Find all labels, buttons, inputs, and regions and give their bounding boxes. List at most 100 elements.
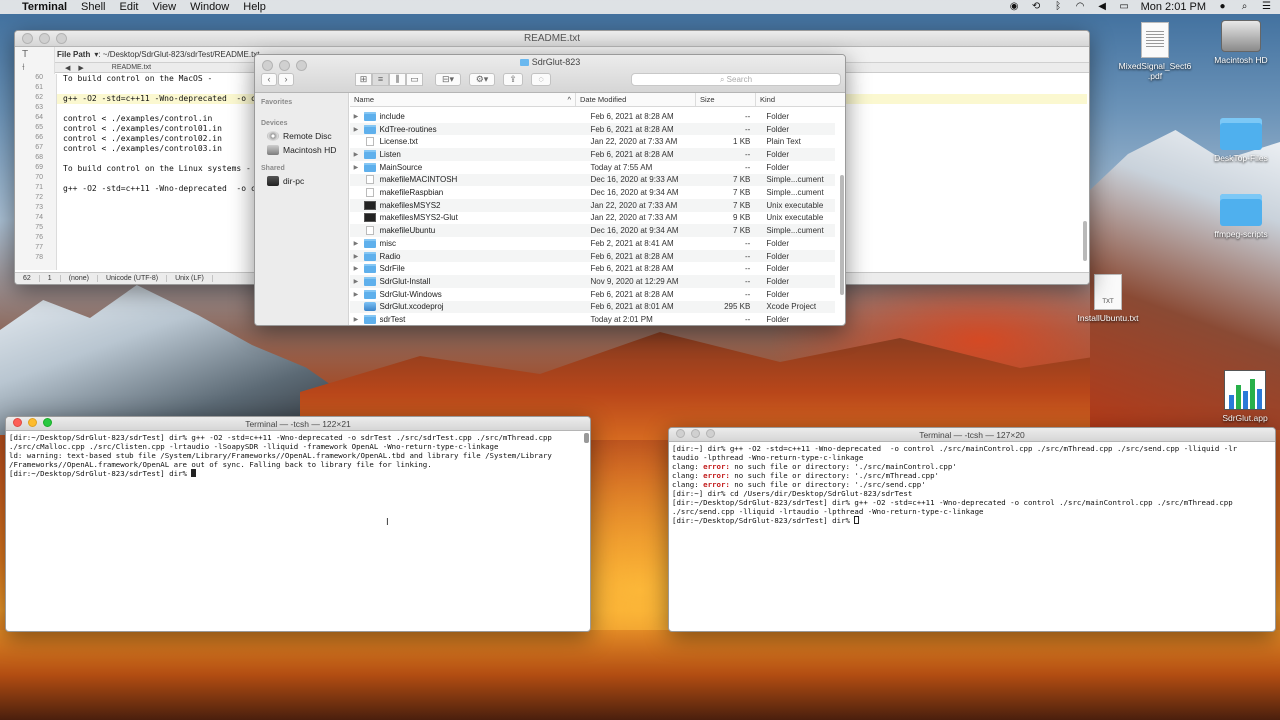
minimize-button[interactable] — [691, 429, 700, 438]
editor-tab[interactable]: README.txt — [92, 64, 171, 71]
file-row[interactable]: ▶ SdrFile Feb 6, 2021 at 8:28 AM -- Folder — [350, 262, 835, 275]
battery-icon[interactable]: ▭ — [1119, 2, 1130, 12]
menu-help[interactable]: Help — [243, 1, 266, 13]
forward-button[interactable]: › — [278, 73, 294, 86]
minimize-button[interactable] — [28, 418, 37, 427]
status-encoding[interactable]: Unicode (UTF-8) — [98, 275, 168, 282]
file-row[interactable]: ▶ include Feb 6, 2021 at 8:28 AM -- Folder — [350, 110, 835, 123]
file-row[interactable]: ▶ misc Feb 2, 2021 at 8:41 AM -- Folder — [350, 237, 835, 250]
desktop-icon-sdrglut-app[interactable]: SdrGlut.app — [1200, 370, 1280, 423]
file-row[interactable]: ▶ SdrGlut-Install Nov 9, 2020 at 12:29 AM -… — [350, 275, 835, 288]
menu-window[interactable]: Window — [190, 1, 229, 13]
sidebar-item-macintosh-hd[interactable]: Macintosh HD — [255, 143, 348, 157]
column-kind[interactable]: Kind — [756, 93, 836, 106]
desktop-icon-ffmpeg-scripts[interactable]: ffmpeg-scripts — [1196, 194, 1280, 239]
disclosure-triangle-icon[interactable]: ▶ — [350, 151, 362, 158]
action-gear-icon[interactable]: ⚙▾ — [469, 73, 495, 86]
close-button[interactable] — [13, 418, 22, 427]
tag-icon[interactable]: ◌ — [531, 73, 551, 86]
file-name: SdrFile — [379, 264, 405, 274]
disclosure-triangle-icon[interactable]: ▶ — [350, 126, 362, 133]
file-row[interactable]: SdrGlut.xcodeproj Feb 6, 2021 at 8:01 AM 2… — [350, 300, 835, 314]
search-field[interactable]: ⌕ Search — [631, 73, 841, 86]
file-name: Listen — [379, 149, 401, 159]
user-avatar-icon[interactable]: ● — [1217, 2, 1228, 12]
file-row[interactable]: makefileMACINTOSH Dec 16, 2020 at 9:33 AM… — [350, 173, 835, 187]
sidebar-item-remote-disc[interactable]: Remote Disc — [255, 129, 348, 143]
forward-arrow-icon[interactable]: ▶ — [78, 64, 83, 72]
terminal-titlebar[interactable]: Terminal — -tcsh — 127×20 — [669, 428, 1275, 442]
status-line-endings[interactable]: Unix (LF) — [167, 275, 213, 282]
disclosure-triangle-icon[interactable]: ▶ — [350, 253, 362, 260]
gallery-view-button[interactable]: ▭ — [406, 73, 423, 86]
file-row[interactable]: makefileRaspbian Dec 16, 2020 at 9:34 AM 7… — [350, 186, 835, 199]
disclosure-triangle-icon[interactable]: ▶ — [350, 113, 362, 120]
text-cursor — [191, 469, 197, 477]
disclosure-triangle-icon[interactable]: ▶ — [350, 164, 362, 171]
terminal-titlebar[interactable]: Terminal — -tcsh — 122×21 — [6, 417, 590, 431]
column-date[interactable]: Date Modified — [576, 93, 696, 106]
minimize-button[interactable] — [39, 33, 50, 44]
status-language[interactable]: (none) — [61, 275, 98, 282]
desktop-icon-desktop-files[interactable]: DeskTop-Files — [1196, 118, 1280, 163]
text-tool-icon[interactable]: T — [15, 47, 54, 60]
wifi-icon[interactable]: ◠ — [1075, 2, 1086, 12]
spotlight-icon[interactable]: ⌕ — [1239, 2, 1250, 12]
file-name: makefilesMSYS2-Glut — [379, 213, 458, 223]
zoom-button[interactable] — [43, 418, 52, 427]
disclosure-triangle-icon[interactable]: ▶ — [350, 265, 362, 272]
file-row[interactable]: makefilesMSYS2 Jan 22, 2020 at 7:33 AM 7 K… — [350, 198, 835, 212]
file-row[interactable]: ▶ Radio Feb 6, 2021 at 8:28 AM -- Folder — [350, 249, 835, 263]
notification-center-icon[interactable]: ☰ — [1261, 2, 1272, 12]
desktop-icon-macintosh-hd[interactable]: Macintosh HD — [1196, 20, 1280, 65]
desktop-icon-pdf[interactable]: MixedSignal_Sect6 .pdf — [1110, 22, 1200, 81]
zoom-button[interactable] — [706, 429, 715, 438]
list-view-button[interactable]: ≡ — [372, 73, 389, 86]
ruler-icon[interactable]: ⟊ — [15, 60, 54, 73]
menu-clock[interactable]: Mon 2:01 PM — [1141, 1, 1206, 13]
column-view-button[interactable]: ⫼ — [389, 73, 406, 86]
menu-shell[interactable]: Shell — [81, 1, 105, 13]
line-number: 77 — [35, 244, 43, 251]
terminal-output[interactable]: [dir:~/Desktop/SdrGlut-823/sdrTest] dir%… — [6, 433, 586, 629]
file-size: -- — [745, 315, 751, 325]
bluetooth-icon[interactable]: ᛒ — [1053, 2, 1064, 12]
menu-app-name[interactable]: Terminal — [22, 1, 67, 13]
editor-scrollbar[interactable] — [1083, 221, 1087, 261]
close-button[interactable] — [676, 429, 685, 438]
file-row[interactable]: makefileUbuntu Dec 16, 2020 at 9:34 AM 7 K… — [350, 224, 835, 237]
menu-edit[interactable]: Edit — [120, 1, 139, 13]
group-by-button[interactable]: ⊟▾ — [435, 73, 461, 86]
column-size[interactable]: Size — [696, 93, 756, 106]
disclosure-triangle-icon[interactable]: ▶ — [350, 316, 362, 323]
finder-scrollbar[interactable] — [840, 175, 844, 295]
back-button[interactable]: ‹ — [261, 73, 277, 86]
disclosure-triangle-icon[interactable]: ▶ — [350, 278, 362, 285]
zoom-button[interactable] — [56, 33, 67, 44]
path-label[interactable]: File Path — [57, 50, 90, 59]
file-row[interactable]: makefilesMSYS2-Glut Jan 22, 2020 at 7:33 … — [350, 212, 835, 225]
file-row[interactable]: ▶ Listen Feb 6, 2021 at 8:28 AM -- Folder — [350, 148, 835, 161]
terminal-output[interactable]: [dir:~] dir% g++ -O2 -std=c++11 -Wno-dep… — [669, 444, 1273, 630]
file-row[interactable]: ▶ SdrGlut-Windows Feb 6, 2021 at 8:28 AM --… — [350, 288, 835, 301]
disclosure-triangle-icon[interactable]: ▶ — [350, 291, 362, 298]
finder-toolbar[interactable]: SdrGlut-823 ‹ › ⊞ ≡ ⫼ ▭ ⊟▾ ⚙▾ ⇪ ◌ ⌕ Sear… — [255, 55, 845, 93]
close-button[interactable] — [22, 33, 33, 44]
volume-icon[interactable]: ◀ — [1097, 2, 1108, 12]
time-machine-icon[interactable]: ⟲ — [1031, 2, 1042, 12]
back-arrow-icon[interactable]: ◀ — [65, 64, 70, 72]
file-row[interactable]: ▶ MainSource Today at 7:55 AM -- Folder — [350, 161, 835, 174]
file-date: Feb 6, 2021 at 8:01 AM — [590, 302, 674, 312]
icon-view-button[interactable]: ⊞ — [355, 73, 372, 86]
file-row[interactable]: ▶ sdrTest Today at 2:01 PM -- Folder — [350, 313, 835, 325]
file-row[interactable]: License.txt Jan 22, 2020 at 7:33 AM 1 KB Pl… — [350, 135, 835, 148]
disclosure-triangle-icon[interactable]: ▶ — [350, 240, 362, 247]
file-row[interactable]: ▶ KdTree-routines Feb 6, 2021 at 8:28 AM --… — [350, 122, 835, 136]
record-icon[interactable]: ◉ — [1009, 2, 1020, 12]
editor-titlebar[interactable]: README.txt — [15, 31, 1089, 47]
share-icon[interactable]: ⇪ — [503, 73, 523, 86]
sidebar-item-dir-pc[interactable]: dir-pc — [255, 174, 348, 188]
file-name: SdrGlut-Install — [379, 276, 431, 286]
column-name[interactable]: Name ^ — [350, 93, 576, 106]
menu-view[interactable]: View — [152, 1, 176, 13]
